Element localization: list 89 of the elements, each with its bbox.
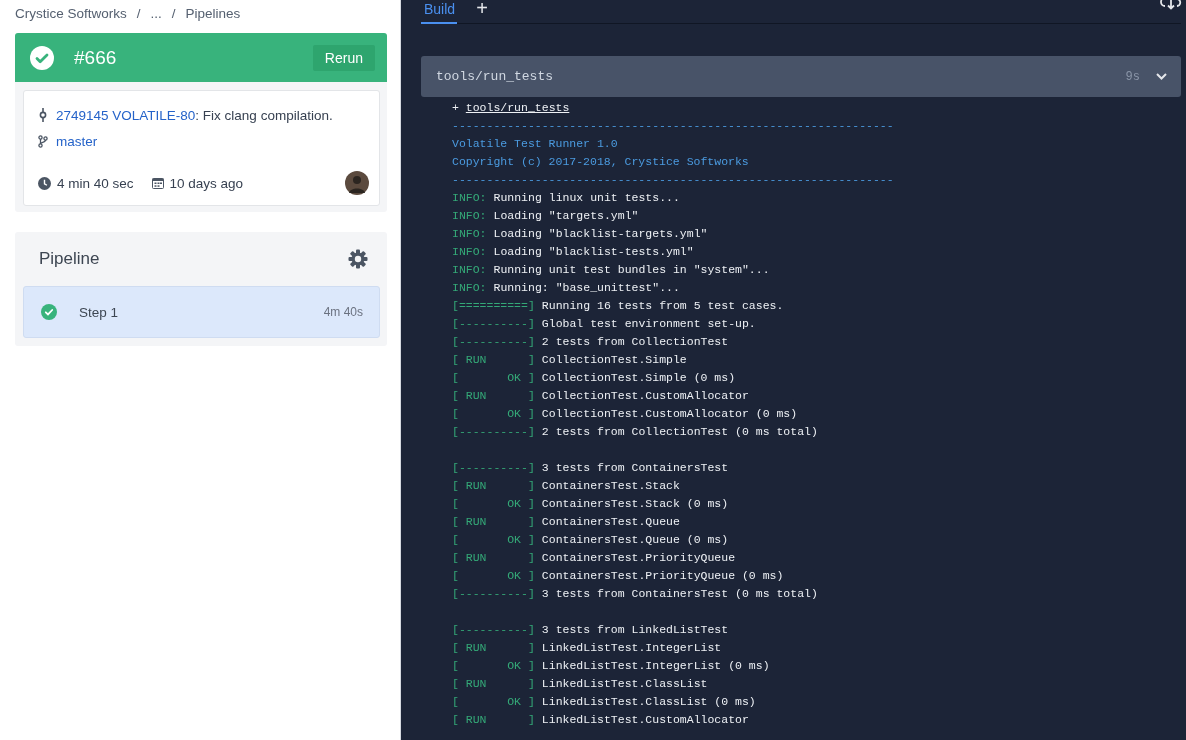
log-line: ContainersTest.PriorityQueue (0 ms) xyxy=(541,568,784,584)
created-time: 10 days ago xyxy=(169,175,244,191)
breadcrumb-item[interactable]: Pipelines xyxy=(185,5,241,22)
log-line: CollectionTest.Simple (0 ms) xyxy=(541,370,736,386)
log-line: + tools/run_tests xyxy=(452,100,570,116)
log-line: 3 tests from ContainersTest (0 ms total) xyxy=(541,586,818,602)
log-tag: INFO: xyxy=(452,207,487,225)
log-line: CollectionTest.CustomAllocator (0 ms) xyxy=(541,406,798,422)
settings-icon[interactable] xyxy=(348,249,368,269)
log-rule: ---------------------------------------------------------------- xyxy=(452,172,894,188)
tab[interactable]: Build xyxy=(421,0,458,24)
log-line: CollectionTest.CustomAllocator xyxy=(541,388,749,404)
breadcrumb-item: / xyxy=(136,5,141,22)
step-section-header[interactable]: tools/run_tests 9s xyxy=(421,56,1181,97)
log-tag: [ OK ] xyxy=(452,693,535,711)
pipeline-title: Pipeline xyxy=(39,249,100,269)
log-line: 3 tests from ContainersTest xyxy=(541,460,729,476)
log-line: Volatile Test Runner 1.0 xyxy=(452,136,618,152)
log-line: 3 tests from LinkedListTest xyxy=(541,622,729,638)
step-duration: 4m 40s xyxy=(323,305,363,319)
log-line: ContainersTest.Stack (0 ms) xyxy=(541,496,729,512)
add-tab-button[interactable]: + xyxy=(473,0,490,22)
log-rule: ---------------------------------------------------------------- xyxy=(452,118,894,134)
log-tag: [ RUN ] xyxy=(452,639,535,657)
log-line: Copyright (c) 2017-2018, Crystice Softworks xyxy=(452,154,749,170)
step-command: tools/run_tests xyxy=(436,69,555,84)
log-tag: INFO: xyxy=(452,243,487,261)
log-tag: INFO: xyxy=(452,261,487,279)
log-line: Loading "blacklist-targets.yml" xyxy=(493,226,708,242)
log-line: ContainersTest.Queue xyxy=(541,514,680,530)
log-tag: [----------] xyxy=(452,333,535,351)
log-tag: [ OK ] xyxy=(452,369,535,387)
log-line: LinkedListTest.CustomAllocator xyxy=(541,712,749,728)
log-tag: [----------] xyxy=(452,459,535,477)
log-tag: INFO: xyxy=(452,189,487,207)
step-name: Step 1 xyxy=(79,304,120,320)
log-line: LinkedListTest.IntegerList (0 ms) xyxy=(541,658,770,674)
log-tag: [ OK ] xyxy=(452,495,535,513)
log-tag: INFO: xyxy=(452,225,487,243)
avatar xyxy=(345,171,369,195)
log-tag: [ OK ] xyxy=(452,531,535,549)
calendar-icon xyxy=(151,177,164,189)
log-line: ContainersTest.Stack xyxy=(541,478,680,494)
log-line: CollectionTest.Simple xyxy=(541,352,687,368)
branch-link[interactable]: master xyxy=(56,133,98,149)
log-tag: [----------] xyxy=(452,423,535,441)
breadcrumb-item: / xyxy=(171,5,176,22)
log-line: Loading "blacklist-tests.yml" xyxy=(493,244,694,260)
log-line: ContainersTest.Queue (0 ms) xyxy=(541,532,729,548)
duration-text: 4 min 40 sec xyxy=(57,175,134,191)
log-line: Loading "targets.yml" xyxy=(493,208,639,224)
log-tag: [ RUN ] xyxy=(452,549,535,567)
commit-icon xyxy=(38,108,48,122)
log-line: ContainersTest.PriorityQueue xyxy=(541,550,736,566)
breadcrumb-item[interactable]: Crystice Softworks xyxy=(15,5,127,22)
log-line: LinkedListTest.IntegerList xyxy=(541,640,722,656)
log-line: Global test environment set-up. xyxy=(541,316,756,332)
log-line: LinkedListTest.ClassList (0 ms) xyxy=(541,694,756,710)
log-tag: [ RUN ] xyxy=(452,675,535,693)
log-tag: [ OK ] xyxy=(452,657,535,675)
log-tag: [ RUN ] xyxy=(452,351,535,369)
branch-icon xyxy=(38,134,48,148)
log-tag: [ OK ] xyxy=(452,405,535,423)
log-tag: [ RUN ] xyxy=(452,477,535,495)
log-line: Running: "base_unittest"... xyxy=(493,280,680,296)
breadcrumb-item[interactable]: ... xyxy=(150,5,162,22)
commit-message: 2749145 VOLATILE-80: Fix clang compilation. xyxy=(56,107,333,123)
log-line: LinkedListTest.ClassList xyxy=(541,676,708,692)
log-tag: [----------] xyxy=(452,315,535,333)
log-tag: [----------] xyxy=(452,621,535,639)
log-tag: [ RUN ] xyxy=(452,513,535,531)
log-tag: [ RUN ] xyxy=(452,387,535,405)
build-number: #666 xyxy=(74,46,118,69)
clock-icon xyxy=(38,176,51,190)
log-line: Running 16 tests from 5 test cases. xyxy=(541,298,784,314)
check-circle-icon xyxy=(30,45,54,70)
log-line: 2 tests from CollectionTest xyxy=(541,334,729,350)
log-tag: [==========] xyxy=(452,297,535,315)
log-line: Running unit test bundles in "system"... xyxy=(493,262,770,278)
step-duration: 9s xyxy=(1125,69,1140,84)
log-tag: INFO: xyxy=(452,279,487,297)
log-tag: [ OK ] xyxy=(452,567,535,585)
chevron-icon xyxy=(1156,73,1167,80)
log-line: Running linux unit tests... xyxy=(493,190,680,206)
log-tag: [----------] xyxy=(452,585,535,603)
log-tag: [ RUN ] xyxy=(452,711,535,729)
pipeline-step[interactable]: Step 1 4m 40s xyxy=(23,286,380,338)
log-line: 2 tests from CollectionTest (0 ms total) xyxy=(541,424,818,440)
cloud-download-icon[interactable] xyxy=(1160,0,1182,10)
